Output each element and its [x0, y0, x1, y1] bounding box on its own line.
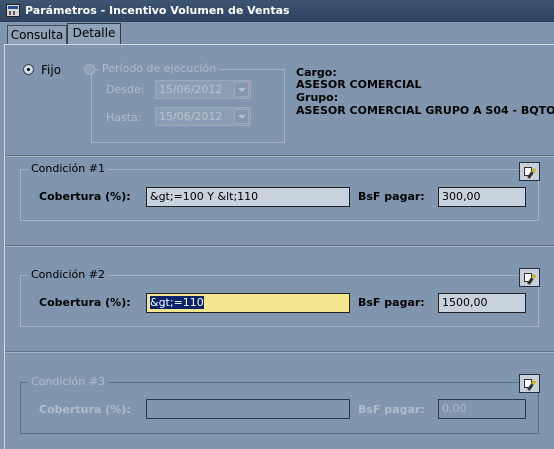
condition-3-edit-button[interactable]: [519, 374, 540, 393]
selected-text: &gt;=110: [150, 296, 204, 309]
condition-3-bsf-input[interactable]: 0,00: [438, 399, 526, 419]
divider-highlight: [5, 246, 554, 247]
condition-1-cobertura-label: Cobertura (%):: [39, 190, 131, 203]
grupo-value: ASESOR COMERCIAL GRUPO A S04 - BQTO: [296, 104, 554, 117]
hasta-label: Hasta:: [106, 111, 142, 124]
tab-consulta[interactable]: Consulta: [7, 25, 67, 44]
periodo-label[interactable]: Período de ejecución: [99, 62, 220, 75]
fijo-radio[interactable]: [23, 64, 34, 75]
condition-2-edit-button[interactable]: [519, 268, 540, 287]
condition-3-cobertura-label: Cobertura (%):: [39, 403, 131, 416]
window-title: Parámetros - Incentivo Volumen de Ventas: [25, 4, 290, 17]
title-bar: Parámetros - Incentivo Volumen de Ventas: [0, 0, 554, 22]
condition-2-cobertura-input[interactable]: &gt;=110: [146, 293, 350, 313]
window-icon: [6, 4, 20, 17]
condition-2-cobertura-label: Cobertura (%):: [39, 296, 131, 309]
condition-3-cobertura-input[interactable]: [146, 399, 350, 419]
condition-3-title: Condición #3: [28, 375, 108, 388]
condition-1-title: Condición #1: [28, 162, 108, 175]
condition-1-bsf-label: BsF pagar:: [358, 190, 425, 203]
condition-3-bsf-label: BsF pagar:: [358, 403, 425, 416]
condition-1-cobertura-input[interactable]: &gt;=100 Y &lt;110: [146, 187, 350, 207]
divider-highlight: [5, 352, 554, 353]
desde-dropdown-icon[interactable]: [234, 82, 249, 97]
condition-2-bsf-label: BsF pagar:: [358, 296, 425, 309]
periodo-radio[interactable]: [84, 64, 95, 75]
condition-2-bsf-input[interactable]: 1500,00: [438, 293, 526, 313]
grupo-label: Grupo:: [296, 91, 339, 104]
fijo-label[interactable]: Fijo: [41, 63, 61, 77]
desde-label: Desde:: [106, 83, 145, 96]
tab-divider: [4, 44, 554, 45]
condition-1-bsf-input[interactable]: 300,00: [438, 187, 526, 207]
cargo-value: ASESOR COMERCIAL: [296, 78, 422, 91]
tab-detalle[interactable]: Detalle: [67, 23, 121, 45]
condition-1-edit-button[interactable]: [519, 162, 540, 181]
divider-highlight: [5, 156, 554, 157]
condition-2-title: Condición #2: [28, 268, 108, 281]
hasta-dropdown-icon[interactable]: [234, 109, 249, 124]
